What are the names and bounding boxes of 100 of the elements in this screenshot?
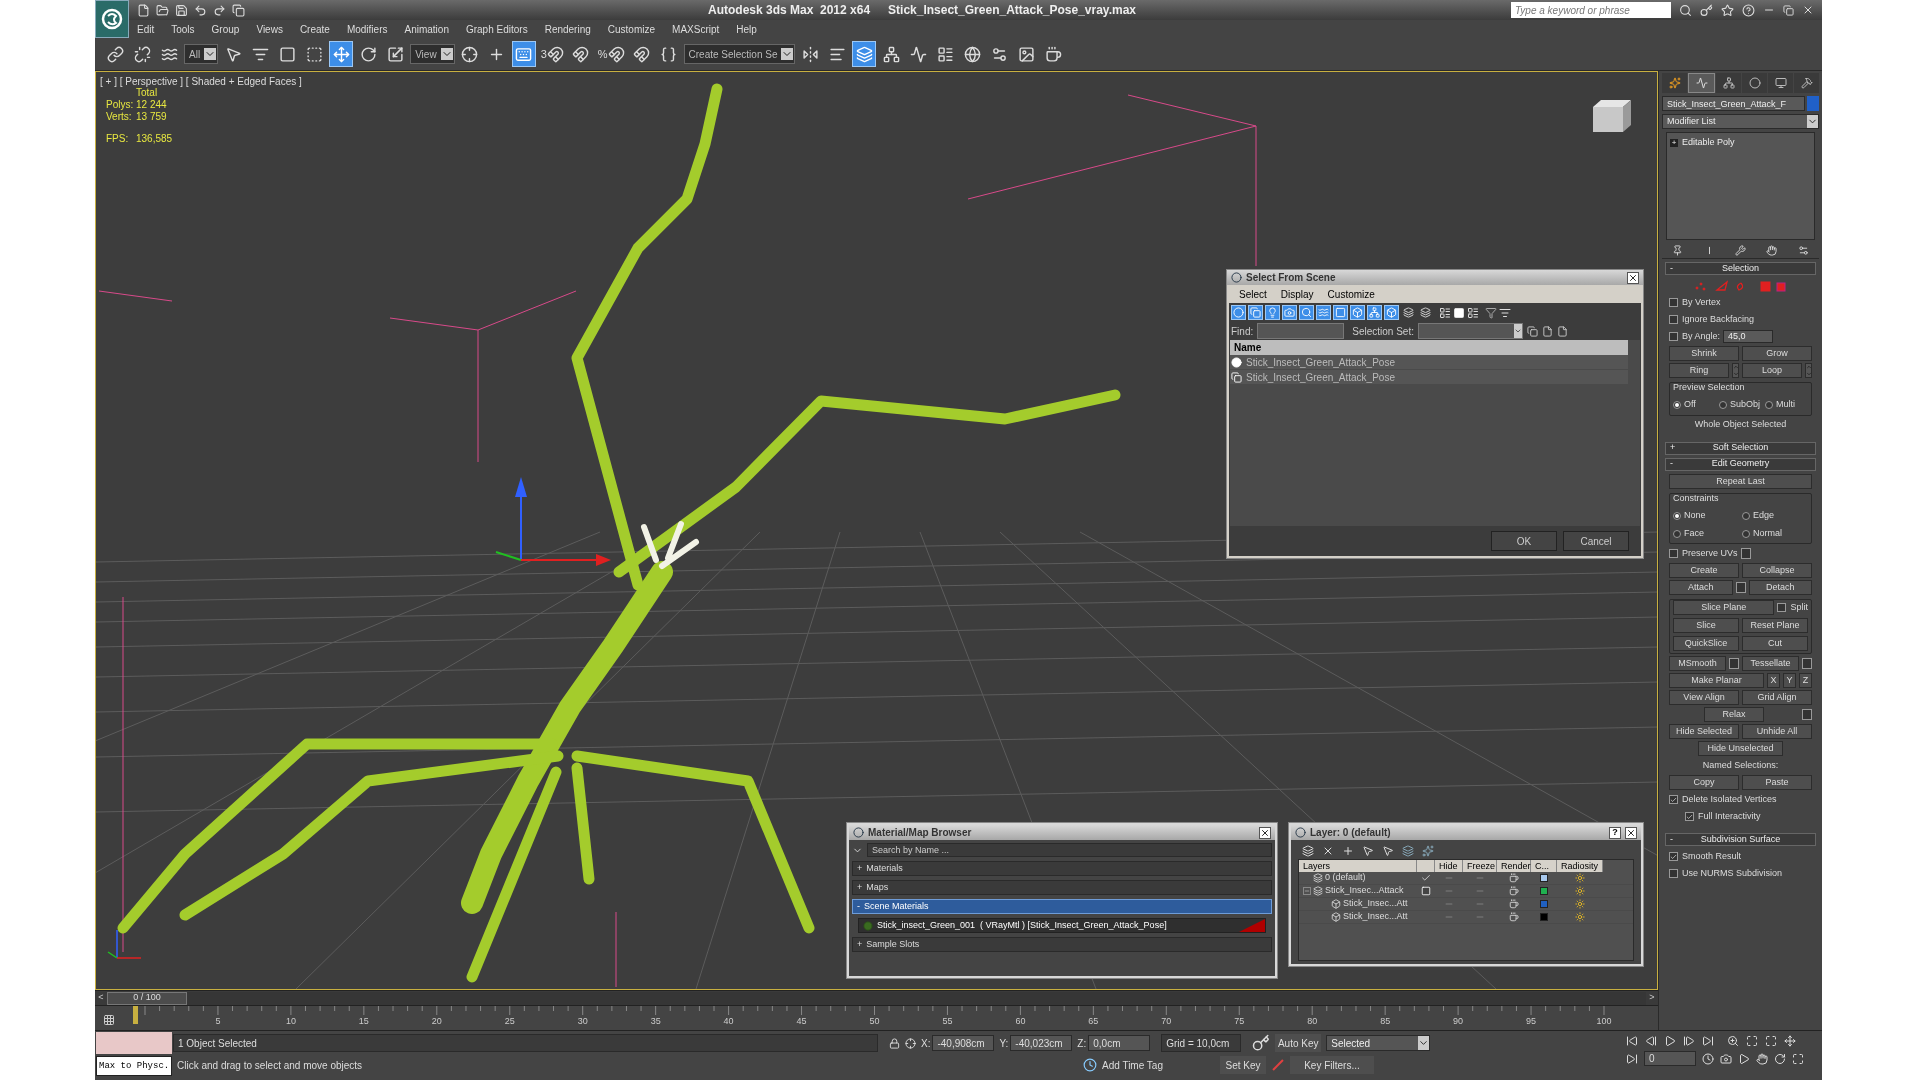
next-frame-button[interactable]: > [1646, 991, 1658, 1005]
scene-list-row[interactable]: Stick_Insect_Green_Attack_Pose [1230, 355, 1628, 370]
menu-item[interactable]: Tools [171, 21, 195, 37]
menu-item[interactable]: MAXScript [672, 21, 720, 37]
panel-button[interactable]: Cut [1742, 636, 1808, 651]
panel-button[interactable]: Grow [1742, 346, 1812, 361]
panel-button[interactable]: Make Planar [1669, 673, 1764, 688]
panel-button[interactable]: Copy [1669, 775, 1739, 790]
set-key-button[interactable]: Set Key [1220, 1056, 1266, 1074]
listener-input[interactable]: Max to Physc. [96, 1056, 172, 1076]
panel-button[interactable]: Paste [1742, 775, 1812, 790]
scene-list-row[interactable]: Stick_Insect_Green_Attack_Pose [1230, 370, 1628, 385]
axis-button[interactable]: Y [1783, 673, 1796, 688]
help-button[interactable]: ? [1609, 826, 1621, 839]
axis-button[interactable]: Z [1799, 673, 1812, 688]
browser-section[interactable]: + Maps [852, 880, 1272, 895]
column-header[interactable]: Radiosity [1557, 860, 1603, 872]
column-header[interactable]: Freeze [1463, 860, 1497, 872]
menu-item[interactable]: Customize [607, 21, 656, 37]
dialog-button[interactable]: OK [1491, 531, 1557, 551]
panel-button[interactable]: Slice Plane [1673, 600, 1775, 615]
search-field[interactable]: Search by Name ... [867, 843, 1272, 857]
prompt-text: Click and drag to select and move objects [176, 1058, 364, 1073]
key-mode-dropdown[interactable]: Selected [1326, 1035, 1431, 1051]
checkbox-label: Split [1790, 600, 1808, 614]
menu-item[interactable]: Help [736, 21, 757, 37]
panel-button[interactable]: Ring [1669, 363, 1729, 378]
menu-item[interactable]: Select [1239, 286, 1267, 302]
rollout-header[interactable]: - Edit Geometry [1665, 457, 1816, 471]
panel-button[interactable]: Hide Unselected [1698, 741, 1783, 756]
menu-item[interactable]: Animation [404, 21, 449, 37]
previous-frame-button[interactable]: < [95, 991, 107, 1005]
rollout-header[interactable]: + Soft Selection [1665, 441, 1816, 455]
panel-button[interactable]: Slice [1673, 618, 1739, 633]
frame-field[interactable]: 0 [1644, 1051, 1696, 1066]
checkbox-label: By Vertex [1682, 295, 1721, 309]
column-header[interactable]: Render [1497, 860, 1531, 872]
column-header[interactable]: Layers [1299, 860, 1417, 872]
dialog-button[interactable]: Cancel [1563, 531, 1629, 551]
axis-button[interactable]: X [1767, 673, 1780, 688]
radio-label: Face [1684, 526, 1704, 540]
menu-item[interactable]: Customize [1327, 286, 1375, 302]
browser-section[interactable]: - Scene Materials [852, 899, 1272, 914]
menu-item[interactable]: Create [299, 21, 330, 37]
panel-button[interactable]: Loop [1742, 363, 1802, 378]
panel-button[interactable]: Reset Plane [1742, 618, 1808, 633]
panel-button[interactable]: View Align [1669, 690, 1739, 705]
material-item[interactable]: Stick_insect_Green_001 ( VRayMtl ) [Stick_Insect_Green_Attack_Pose] [858, 918, 1266, 933]
panel-button[interactable]: Tessellate [1742, 656, 1799, 671]
coordinate-field[interactable]: -40,908cm [932, 1035, 995, 1051]
menu-item[interactable]: Modifiers [346, 21, 388, 37]
rollout-header[interactable]: - Subdivision Surface [1665, 833, 1816, 846]
key-filters-button[interactable]: Key Filters... [1290, 1056, 1374, 1074]
radio-label: Multi [1776, 398, 1795, 412]
panel-button[interactable]: QuickSlice [1673, 636, 1739, 651]
panel-button[interactable]: Repeat Last [1669, 473, 1812, 489]
auto-key-button[interactable]: Auto Key [1275, 1034, 1322, 1052]
menu-item[interactable]: Views [256, 21, 283, 37]
layer-name[interactable]: Stick_Insec...Attack [1325, 884, 1404, 898]
viewport-label[interactable]: [ + ] [ Perspective ] [ Shaded + Edged Faces ] [100, 74, 302, 89]
toolbar-dropdown[interactable]: All [184, 44, 219, 64]
menu-item[interactable]: Rendering [544, 21, 591, 37]
panel-button[interactable]: Unhide All [1742, 724, 1812, 739]
search-field[interactable]: Type a keyword or phrase [1511, 2, 1671, 18]
coordinate-field[interactable]: -40,023cm [1010, 1035, 1073, 1051]
menu-item[interactable]: Group [211, 21, 240, 37]
modifier-list-dropdown[interactable]: Modifier List [1662, 114, 1819, 129]
browser-section[interactable]: + Sample Slots [852, 937, 1272, 952]
layer-name[interactable]: 0 (default) [1325, 871, 1366, 885]
panel-button[interactable]: Grid Align [1742, 690, 1812, 705]
column-header[interactable]: Name [1230, 340, 1628, 355]
toolbar-dropdown[interactable]: View [410, 44, 455, 64]
layer-name[interactable]: Stick_Insec...Att [1343, 897, 1408, 911]
rollout-header[interactable]: - Selection [1665, 262, 1816, 275]
object-name-field[interactable]: Stick_Insect_Green_Attack_F [1662, 96, 1805, 111]
panel-button[interactable]: Hide Selected [1669, 724, 1739, 739]
menu-item[interactable]: Edit [137, 21, 155, 37]
layer-name[interactable]: Stick_Insec...Att [1343, 910, 1408, 924]
add-time-tag-label[interactable]: Add Time Tag [1102, 1057, 1182, 1073]
panel-button[interactable]: Shrink [1669, 346, 1739, 361]
panel-button[interactable]: Relax [1704, 707, 1764, 722]
toolbar-dropdown[interactable]: Create Selection Se [683, 44, 796, 64]
toolbar-button[interactable]: 3 [538, 41, 566, 67]
angle-field[interactable]: 45,0 [1723, 330, 1774, 343]
panel-button[interactable]: Attach [1669, 580, 1733, 595]
menu-item[interactable]: Display [1280, 286, 1314, 302]
panel-button[interactable]: Create [1669, 563, 1739, 578]
time-slider[interactable]: 0 / 100 [107, 991, 187, 1005]
column-header[interactable]: C... [1531, 860, 1557, 872]
panel-button[interactable]: Detach [1748, 580, 1812, 595]
column-header[interactable]: Hide [1435, 860, 1463, 872]
panel-button[interactable]: Collapse [1742, 563, 1812, 578]
browser-section[interactable]: + Materials [852, 861, 1272, 876]
stack-item[interactable]: + Editable Poly [1670, 136, 1811, 150]
panel-button[interactable]: MSmooth [1669, 656, 1726, 671]
frame-number: 10 [285, 1015, 296, 1028]
menu-item[interactable]: Graph Editors [465, 21, 528, 37]
frame-number: 65 [1088, 1015, 1099, 1028]
toolbar-button[interactable]: % [595, 41, 627, 67]
coordinate-field[interactable]: 0,0cm [1088, 1035, 1151, 1051]
